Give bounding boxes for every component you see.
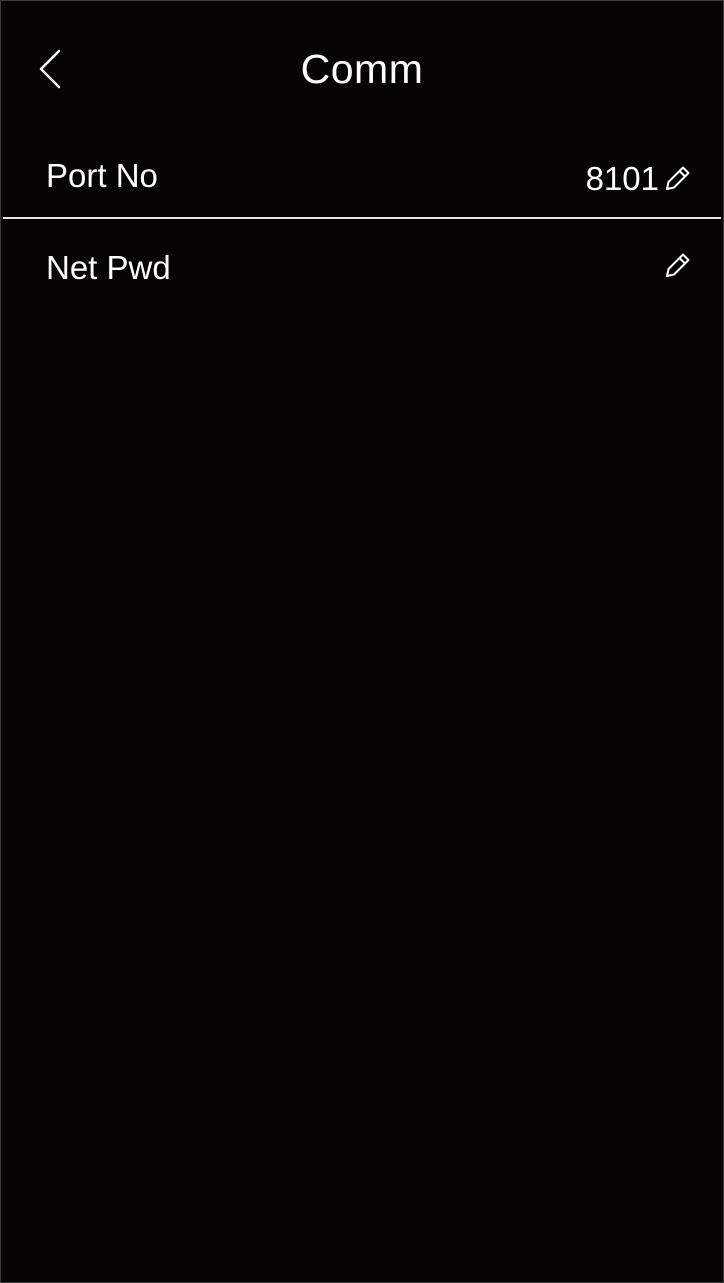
comm-settings-screen: Comm Port No 8101 Net Pwd (0, 0, 724, 1283)
pencil-icon[interactable] (663, 163, 693, 193)
net-pwd-label: Net Pwd (46, 249, 171, 286)
row-divider (3, 217, 721, 219)
port-no-label: Port No (46, 157, 158, 194)
pencil-icon[interactable] (663, 250, 693, 280)
setting-row-port-no[interactable]: Port No 8101 (1, 133, 723, 223)
setting-row-net-pwd[interactable]: Net Pwd (1, 225, 723, 315)
port-no-value: 8101 (585, 160, 659, 197)
page-title: Comm (300, 46, 424, 92)
header-bar: Comm (1, 1, 723, 137)
